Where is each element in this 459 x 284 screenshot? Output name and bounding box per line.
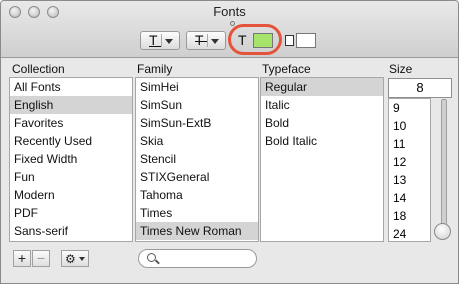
list-item[interactable]: Recently Used xyxy=(10,132,132,150)
size-list: 9 10 11 12 13 14 18 24 xyxy=(388,98,431,242)
strike-mark xyxy=(195,41,207,42)
list-item[interactable]: Skia xyxy=(136,132,258,150)
list-item[interactable]: Sans-serif xyxy=(10,222,132,240)
list-item[interactable]: Favorites xyxy=(10,114,132,132)
list-item[interactable]: Bold Italic xyxy=(261,132,383,150)
list-item[interactable]: SimSun-ExtB xyxy=(136,114,258,132)
size-header: Size xyxy=(389,62,413,76)
chevron-down-icon xyxy=(211,39,219,44)
size-input[interactable]: 8 xyxy=(388,78,452,98)
list-item[interactable]: Fixed Width xyxy=(10,150,132,168)
collection-list: All Fonts English Favorites Recently Used Fi… xyxy=(9,77,133,242)
list-item[interactable]: STIXGeneral xyxy=(136,168,258,186)
list-item[interactable]: Tahoma xyxy=(136,186,258,204)
list-item[interactable]: PDF xyxy=(10,204,132,222)
document-color-swatch[interactable] xyxy=(296,33,316,48)
size-option[interactable]: 14 xyxy=(389,189,430,207)
size-option[interactable]: 12 xyxy=(389,153,430,171)
chevron-down-icon xyxy=(79,257,85,261)
size-slider-track[interactable] xyxy=(441,99,447,233)
toolbar-toggle-icon[interactable] xyxy=(230,21,235,26)
size-option[interactable]: 24 xyxy=(389,225,430,241)
list-item[interactable]: Times xyxy=(136,204,258,222)
list-item[interactable]: Bold xyxy=(261,114,383,132)
document-color-icon xyxy=(285,35,294,46)
gear-icon: ⚙ xyxy=(65,252,76,266)
list-item[interactable]: Stencil xyxy=(136,150,258,168)
size-option[interactable]: 13 xyxy=(389,171,430,189)
titlebar: Fonts T T T xyxy=(1,1,458,58)
remove-collection-button[interactable]: − xyxy=(32,250,50,267)
highlight-annotation xyxy=(228,24,282,55)
list-item[interactable]: Regular xyxy=(261,78,383,96)
size-option[interactable]: 9 xyxy=(389,99,430,117)
size-option[interactable]: 10 xyxy=(389,117,430,135)
list-item[interactable]: Modern xyxy=(10,186,132,204)
strikethrough-menu-button[interactable]: T xyxy=(186,31,226,50)
typeface-list: Regular Italic Bold Bold Italic xyxy=(260,77,384,242)
size-option[interactable]: 11 xyxy=(389,135,430,153)
underline-mark xyxy=(149,46,161,47)
list-item[interactable]: Fun xyxy=(10,168,132,186)
window-title: Fonts xyxy=(213,4,246,19)
family-list: SimHei SimSun SimSun-ExtB Skia Stencil STIXGe… xyxy=(135,77,259,242)
list-item[interactable]: All Fonts xyxy=(10,78,132,96)
list-item[interactable]: SimHei xyxy=(136,78,258,96)
size-slider-knob[interactable] xyxy=(434,223,451,240)
list-item[interactable]: Italic xyxy=(261,96,383,114)
action-menu-button[interactable]: ⚙ xyxy=(61,250,89,267)
add-collection-button[interactable]: + xyxy=(13,250,31,267)
list-item[interactable]: SimSun xyxy=(136,96,258,114)
list-item[interactable]: English xyxy=(10,96,132,114)
typeface-header: Typeface xyxy=(262,62,311,76)
size-option[interactable]: 18 xyxy=(389,207,430,225)
search-field[interactable] xyxy=(138,249,257,268)
collection-header: Collection xyxy=(12,62,65,76)
list-item[interactable]: Times New Roman xyxy=(136,222,258,240)
fonts-window: Fonts T T T Collection Family Typeface S… xyxy=(0,0,459,284)
underline-menu-button[interactable]: T xyxy=(140,31,180,50)
chevron-down-icon xyxy=(165,39,173,44)
family-header: Family xyxy=(137,62,173,76)
